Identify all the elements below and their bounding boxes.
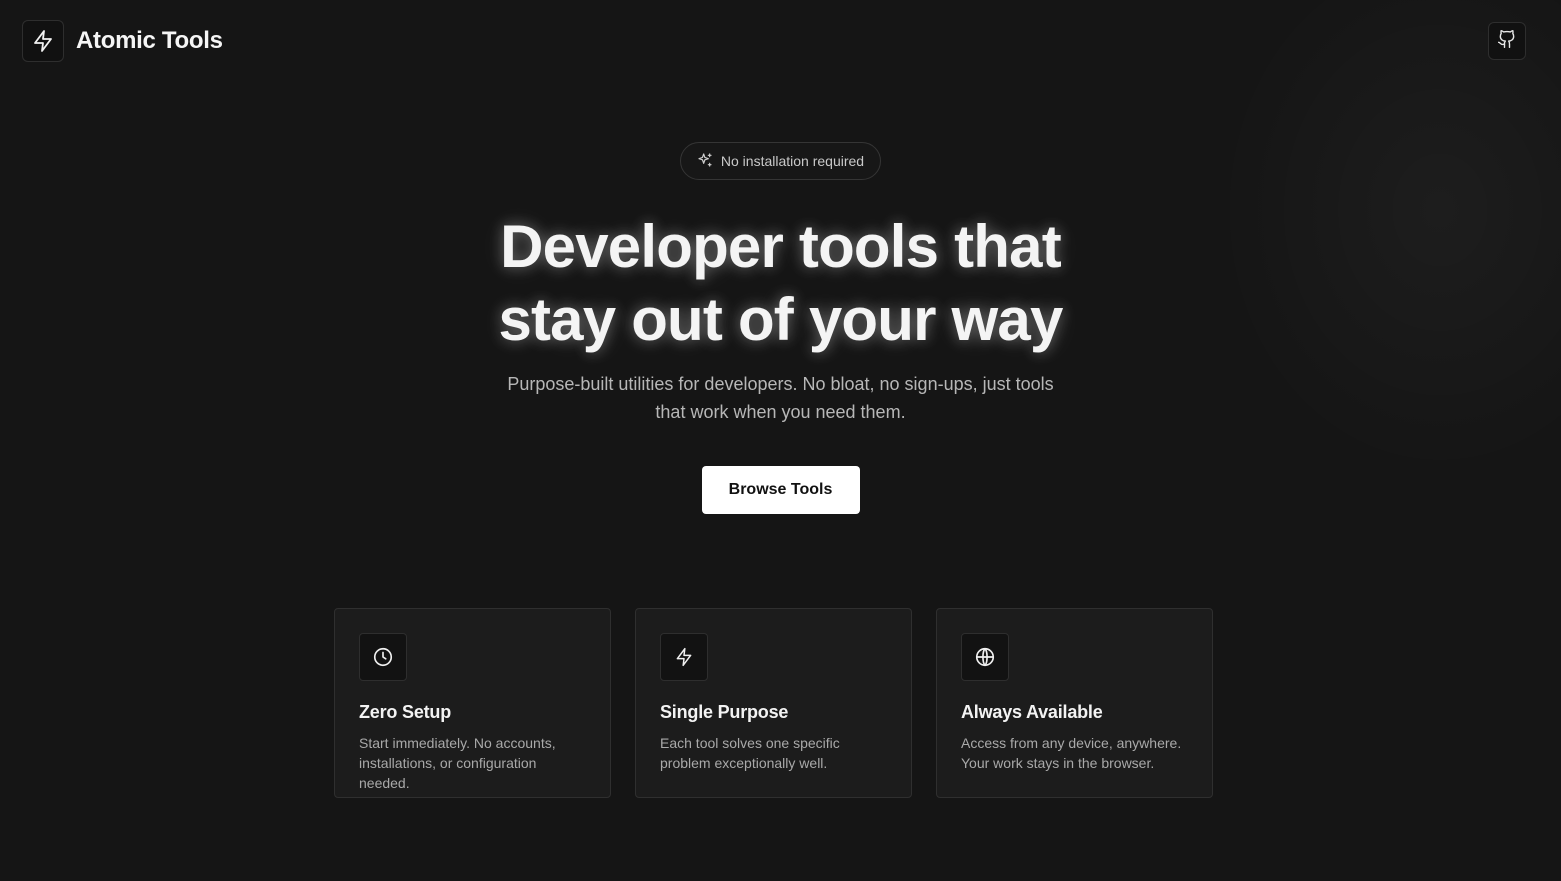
clock-icon [359,633,407,681]
feature-title: Single Purpose [660,702,789,722]
feature-card-single-purpose: Single Purpose Each tool solves one spec… [635,608,912,798]
feature-title: Zero Setup [359,702,452,722]
hero-section: No installation required Developer tools… [0,142,1561,514]
badge-text: No installation required [720,153,865,169]
lightning-icon [660,633,708,681]
headline-line-2: stay out of your way [498,286,1063,353]
github-icon [1497,29,1517,54]
feature-title: Always Available [961,702,1103,722]
features-section: Zero Setup Start immediately. No account… [334,608,1213,798]
feature-description: Access from any device, anywhere. Your w… [961,735,1182,771]
no-installation-badge: No installation required [679,142,882,180]
landing-page: Atomic Tools No installation required De… [0,0,1561,881]
github-button[interactable] [1488,22,1526,60]
page-title: Developer tools that stay out of your wa… [431,210,1131,356]
headline-line-1: Developer tools that [500,213,1062,280]
hero-subtitle: Purpose-built utilities for developers. … [507,374,1054,422]
lightning-icon [22,20,64,62]
feature-description: Start immediately. No accounts, installa… [359,735,556,791]
globe-icon [961,633,1009,681]
feature-description: Each tool solves one specific problem ex… [660,735,840,771]
browse-tools-button[interactable]: Browse Tools [701,466,860,514]
brand-name: Atomic Tools [76,27,223,54]
feature-card-zero-setup: Zero Setup Start immediately. No account… [334,608,611,798]
sparkles-icon [697,152,713,171]
brand-link[interactable]: Atomic Tools [22,20,223,62]
feature-card-always-available: Always Available Access from any device,… [936,608,1213,798]
